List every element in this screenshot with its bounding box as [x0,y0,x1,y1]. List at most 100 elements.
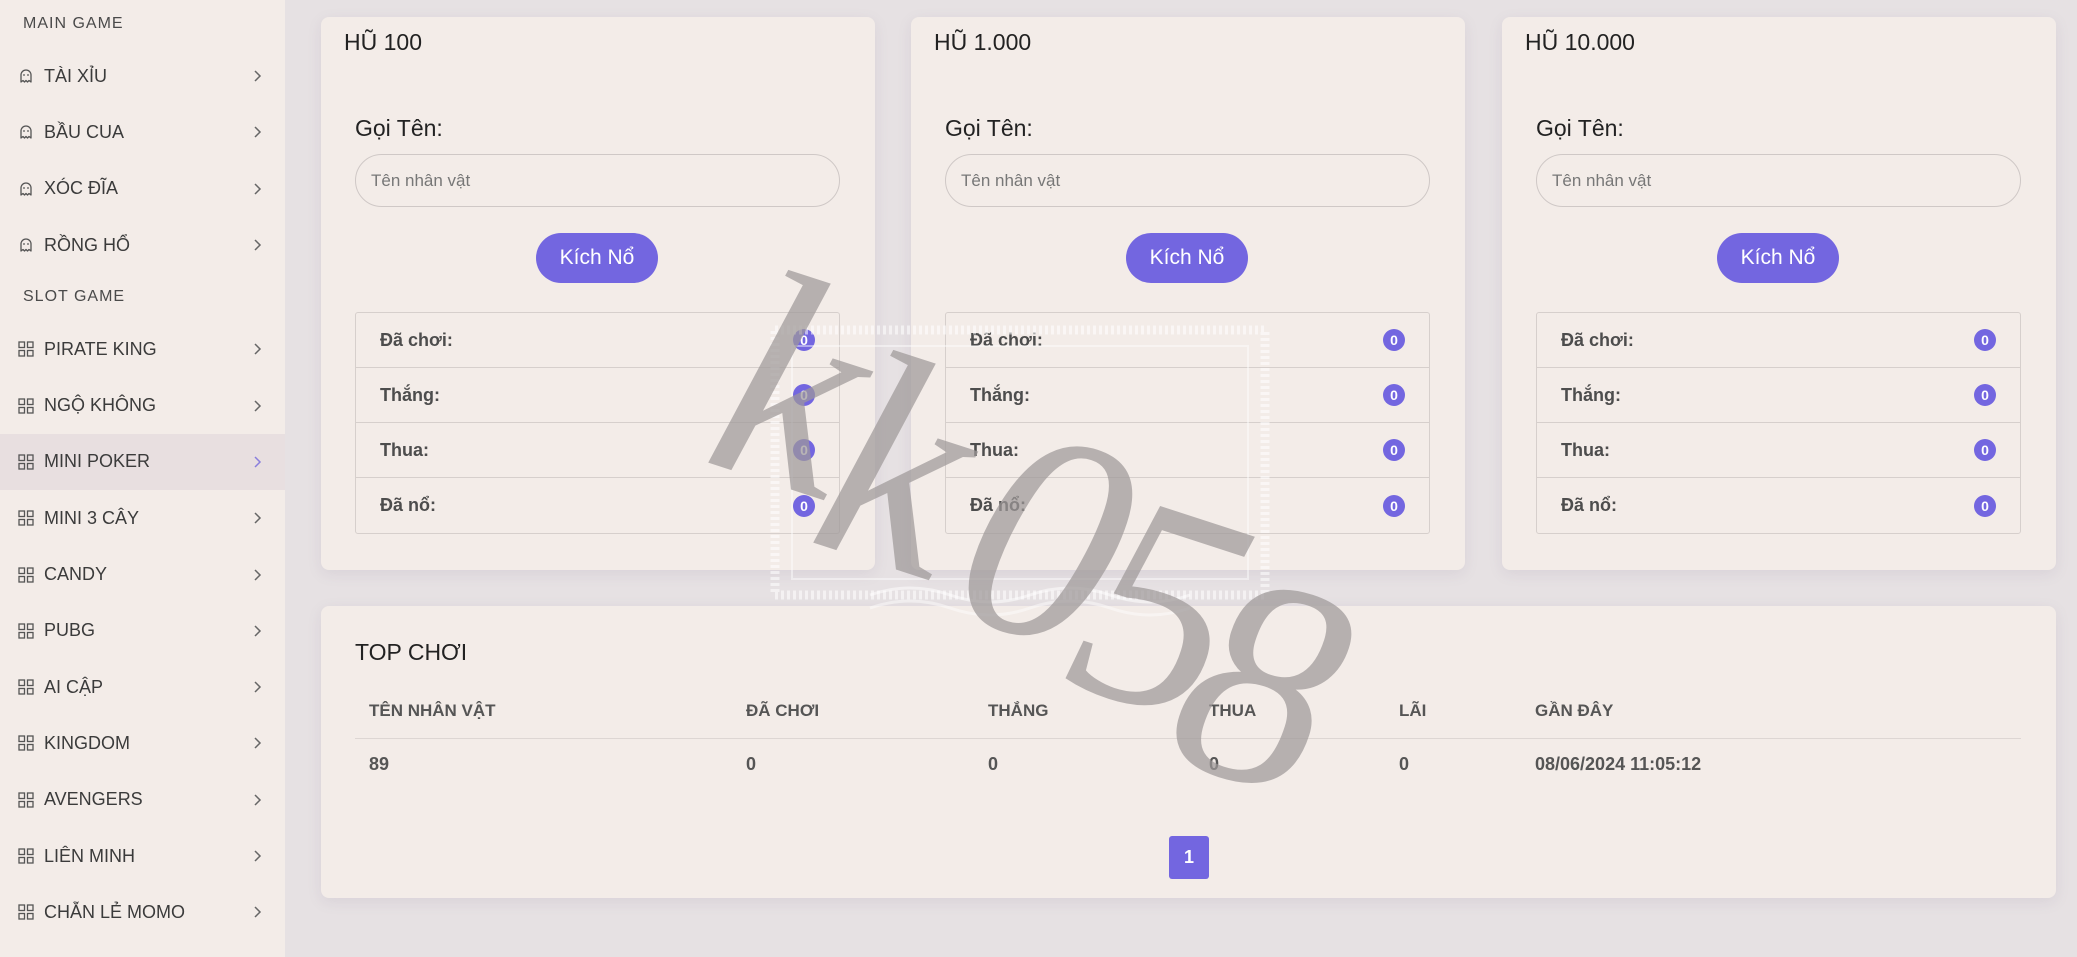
stat-badge: 0 [1974,384,1996,406]
grid-icon [17,509,35,527]
character-name-input[interactable] [355,154,840,207]
stat-label: Đã chơi: [1561,329,1634,350]
stat-badge: 0 [1383,384,1405,406]
stat-badge: 0 [793,384,815,406]
stat-label: Đã chơi: [380,329,453,350]
sidebar-item-label: KINGDOM [44,732,131,753]
sidebar-item-candy[interactable]: CANDY [0,546,285,602]
chevron-right-icon [251,512,263,524]
sidebar-item-bau-cua[interactable]: BẦU CUA [0,104,285,160]
chevron-right-icon [251,183,263,195]
chevron-right-icon [251,70,263,82]
chevron-right-icon [251,400,263,412]
stat-badge: 0 [793,494,815,517]
stat-badge: 0 [1383,329,1405,351]
stat-row-played: Đã chơi: 0 [1537,313,2020,368]
stat-label: Thua: [1561,439,1610,460]
sidebar-item-label: MINI 3 CÂY [44,507,140,528]
table-cell: 89 [369,753,390,774]
table-cell: 0 [988,753,999,774]
column-header: TÊN NHÂN VẬT [355,684,732,739]
column-header: LÃI [1385,684,1521,739]
sidebar-item-pirate-king[interactable]: PIRATE KING [0,321,285,377]
sidebar-item-mini-3-cay[interactable]: MINI 3 CÂY [0,490,285,546]
card-title: HŨ 100 [344,29,422,55]
top-players-table: TÊN NHÂN VẬT ĐÃ CHƠI THẮNG THUA LÃI GẦN … [355,684,2021,790]
sidebar-section-title: MAIN GAME [23,15,124,32]
stat-row-won: Thắng: 0 [356,368,839,423]
stat-label: Đã nổ: [970,495,1026,515]
chevron-right-icon [251,343,263,355]
stat-row-played: Đã chơi: 0 [356,313,839,368]
sidebar-item-avengers[interactable]: AVENGERS [0,772,285,828]
stat-row-played: Đã chơi: 0 [946,313,1429,368]
character-name-input[interactable] [945,154,1430,207]
column-header: THẮNG [974,684,1195,739]
chevron-right-icon [251,681,263,693]
chevron-right-icon [251,456,263,468]
ghost-icon [17,67,35,85]
stat-row-exploded: Đã nổ: 0 [356,478,839,533]
column-header: GẦN ĐÂY [1521,684,2021,739]
stat-badge: 0 [1974,494,1996,517]
sidebar-item-xoc-dia[interactable]: XÓC ĐĨA [0,161,285,217]
sidebar-item-label: CHẴN LẺ MOMO [44,901,186,922]
stat-badge: 0 [1383,494,1405,517]
sidebar-item-label: MINI POKER [44,451,151,472]
grid-icon [17,397,35,415]
sidebar-item-lien-minh[interactable]: LIÊN MINH [0,828,285,884]
pagination-page-1[interactable]: 1 [1169,836,1209,879]
trigger-jackpot-button[interactable]: Kích Nổ [536,233,658,283]
chevron-right-icon [251,794,263,806]
stat-badge: 0 [793,439,815,461]
chevron-right-icon [251,850,263,862]
sidebar-item-chan-le-momo[interactable]: CHẴN LẺ MOMO [0,884,285,940]
sidebar-item-label: TÀI XỈU [44,65,108,86]
grid-icon [17,734,35,752]
sidebar-item-label: NGỘ KHÔNG [44,395,157,416]
sidebar-item-kingdom[interactable]: KINGDOM [0,715,285,771]
jackpot-card-1000: HŨ 1.000 Gọi Tên: Kích Nổ Đã chơi: 0 Thắn… [911,17,1465,570]
card-title: HŨ 1.000 [934,29,1032,55]
sidebar-item-label: RỒNG HỔ [44,234,131,255]
stat-label: Đã nổ: [1561,495,1617,515]
sidebar-item-label: BẦU CUA [44,121,125,142]
trigger-jackpot-button[interactable]: Kích Nổ [1126,233,1248,283]
sidebar-item-ngo-khong[interactable]: NGỘ KHÔNG [0,377,285,433]
name-label: Gọi Tên: [1536,115,1624,141]
sidebar-item-label: PUBG [44,620,96,641]
sidebar-item-ai-cap[interactable]: AI CẬP [0,659,285,715]
chevron-right-icon [251,239,263,251]
stat-label: Đã chơi: [970,329,1043,350]
stat-badge: 0 [793,329,815,351]
stat-label: Thắng: [380,384,440,405]
sidebar-item-rong-ho[interactable]: RỒNG HỔ [0,217,285,273]
stat-label: Thua: [970,439,1019,460]
stats-list: Đã chơi: 0 Thắng: 0 Thua: 0 Đã nổ: 0 [945,312,1430,534]
character-name-input[interactable] [1536,154,2021,207]
sidebar-item-tai-xiu[interactable]: TÀI XỈU [0,48,285,104]
table-header-row: TÊN NHÂN VẬT ĐÃ CHƠI THẮNG THUA LÃI GẦN … [355,684,2021,739]
stat-row-lost: Thua: 0 [356,423,839,478]
sidebar-item-label: AVENGERS [44,789,143,810]
stat-label: Thắng: [970,384,1030,405]
sidebar: MAIN GAME TÀI XỈU BẦU CUA XÓC ĐĨA RỒNG H… [0,0,285,957]
grid-icon [17,453,35,471]
sidebar-item-label: XÓC ĐĨA [44,178,119,199]
table-cell: 08/06/2024 11:05:12 [1535,753,1702,774]
grid-icon [17,622,35,640]
table-cell: 0 [746,753,757,774]
sidebar-item-pubg[interactable]: PUBG [0,603,285,659]
stat-label: Thua: [380,439,429,460]
trigger-jackpot-button[interactable]: Kích Nổ [1717,233,1839,283]
grid-icon [17,678,35,696]
ghost-icon [17,123,35,141]
top-players-title: TOP CHƠI [355,639,468,665]
chevron-right-icon [251,737,263,749]
stat-label: Thắng: [1561,384,1621,405]
sidebar-item-mini-poker[interactable]: MINI POKER [0,433,285,491]
sidebar-section-title: SLOT GAME [23,288,126,306]
grid-icon [17,566,35,584]
name-label: Gọi Tên: [355,115,443,141]
chevron-right-icon [251,625,263,637]
